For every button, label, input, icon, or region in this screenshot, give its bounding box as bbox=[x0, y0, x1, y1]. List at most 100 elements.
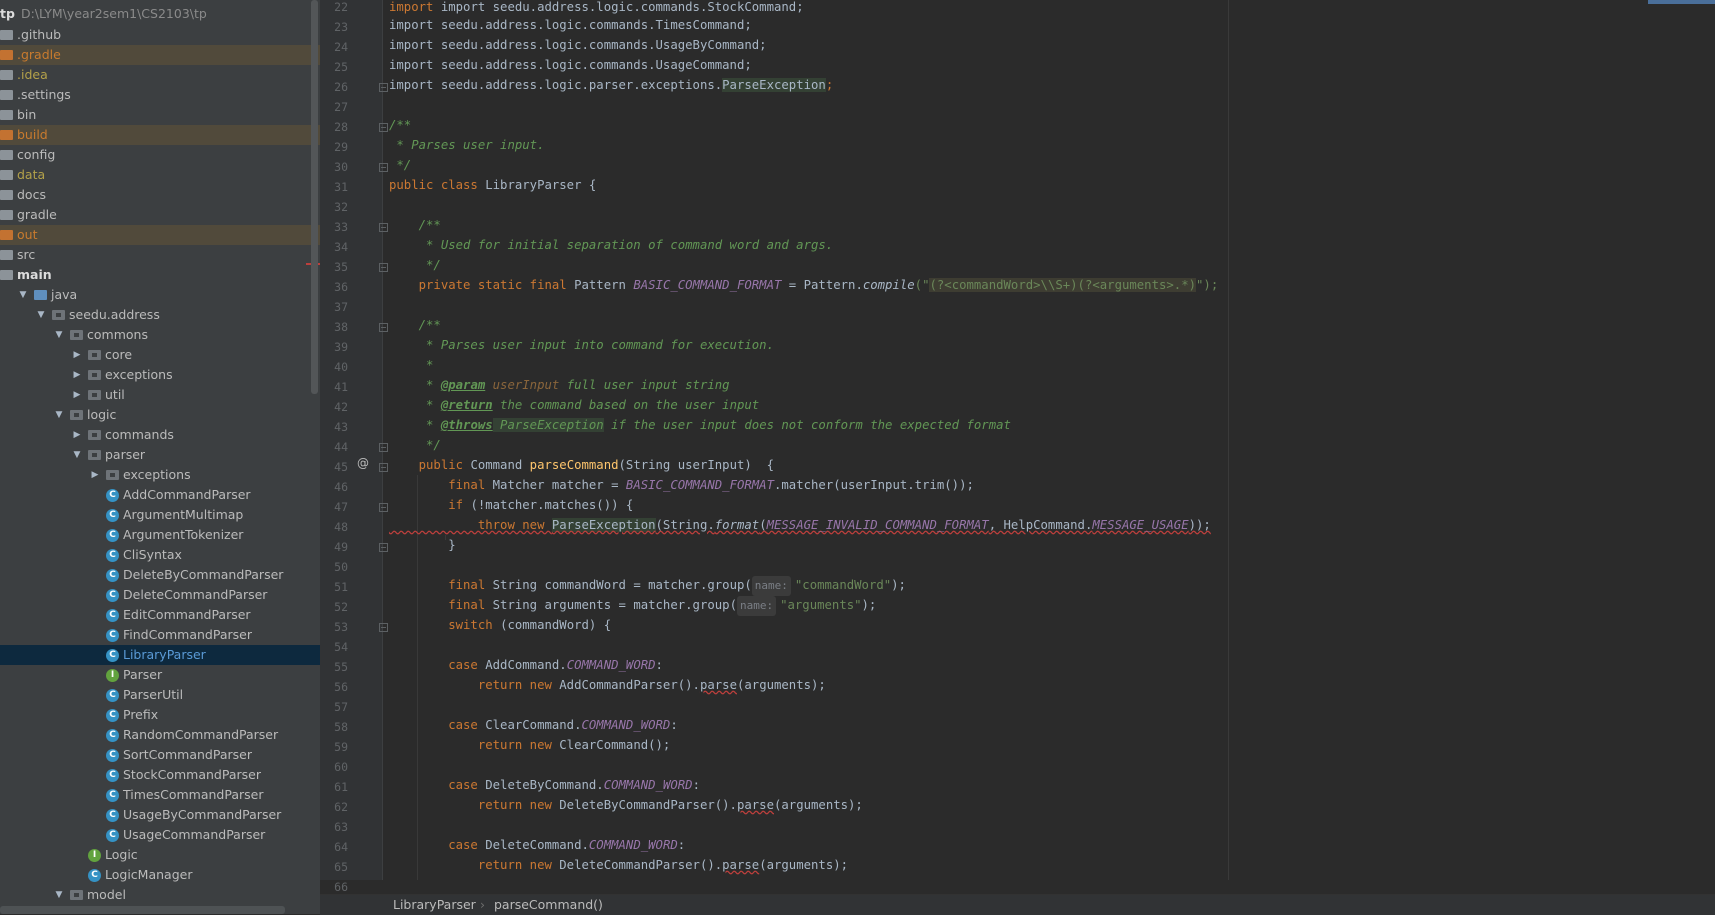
tree-item[interactable]: C TimesCommandParser bbox=[0, 785, 320, 805]
project-tree[interactable]: tp D:\LYM\year2sem1\CS2103\tp .github .gra… bbox=[0, 0, 320, 914]
chevron-down-icon[interactable]: ▼ bbox=[54, 885, 64, 905]
tree-item[interactable]: ▼ model bbox=[0, 885, 320, 905]
tree-item[interactable]: data bbox=[0, 165, 320, 185]
tree-item[interactable]: ▼main bbox=[0, 265, 320, 285]
tree-item[interactable]: ▶ core bbox=[0, 345, 320, 365]
tree-item[interactable]: C AddCommandParser bbox=[0, 485, 320, 505]
tree-item[interactable]: C RandomCommandParser bbox=[0, 725, 320, 745]
tree-item[interactable]: C StockCommandParser bbox=[0, 765, 320, 785]
fold-toggle-icon[interactable] bbox=[379, 263, 388, 272]
tree-item[interactable]: ▼ logic bbox=[0, 405, 320, 425]
tree-item[interactable]: ▼ java bbox=[0, 285, 320, 305]
tree-item[interactable]: C DeleteCommandParser bbox=[0, 585, 320, 605]
tree-item[interactable]: C ParserUtil bbox=[0, 685, 320, 705]
tree-vertical-scrollbar[interactable] bbox=[311, 0, 318, 394]
tree-item[interactable]: C CliSyntax bbox=[0, 545, 320, 565]
tree-item[interactable]: ▶ util bbox=[0, 385, 320, 405]
code-line-65: return new DeleteCommandParser().parse(a… bbox=[389, 858, 849, 872]
tree-item-label: config bbox=[17, 147, 56, 162]
chevron-down-icon[interactable]: ▼ bbox=[72, 445, 82, 465]
chevron-right-icon[interactable]: ▶ bbox=[72, 365, 82, 385]
tree-item[interactable]: ▼ seedu.address bbox=[0, 305, 320, 325]
tree-item[interactable]: .github bbox=[0, 25, 320, 45]
fold-toggle-icon[interactable] bbox=[379, 323, 388, 332]
tree-item[interactable]: .gradle bbox=[0, 45, 320, 65]
tree-item[interactable]: C FindCommandParser bbox=[0, 625, 320, 645]
chevron-right-icon[interactable]: ▶ bbox=[72, 425, 82, 445]
fold-toggle-icon[interactable] bbox=[379, 443, 388, 452]
tree-item[interactable]: ▼ parser bbox=[0, 445, 320, 465]
tree-item[interactable]: I Parser bbox=[0, 665, 320, 685]
chevron-down-icon[interactable]: ▼ bbox=[18, 285, 28, 305]
line-number: 65 bbox=[334, 860, 348, 874]
chevron-down-icon[interactable]: ▼ bbox=[54, 325, 64, 345]
tree-item[interactable]: ▶ exceptions bbox=[0, 465, 320, 485]
tree-item[interactable]: C ArgumentTokenizer bbox=[0, 525, 320, 545]
tree-item[interactable]: C EditCommandParser bbox=[0, 605, 320, 625]
breadcrumb-class[interactable]: LibraryParser bbox=[393, 895, 476, 915]
fold-toggle-icon[interactable] bbox=[379, 623, 388, 632]
override-gutter-icon[interactable]: @ bbox=[357, 456, 369, 470]
tree-item[interactable]: .idea bbox=[0, 65, 320, 85]
tree-item[interactable]: C UsageCommandParser bbox=[0, 825, 320, 845]
fold-toggle-icon[interactable] bbox=[379, 543, 388, 552]
code-line-30: */ bbox=[389, 158, 412, 172]
fold-toggle-icon[interactable] bbox=[379, 163, 388, 172]
class-icon: C bbox=[88, 869, 101, 882]
chevron-down-icon[interactable]: ▼ bbox=[36, 305, 46, 325]
project-root[interactable]: tp D:\LYM\year2sem1\CS2103\tp bbox=[0, 6, 207, 21]
tree-item[interactable]: src bbox=[0, 245, 320, 265]
folder-icon bbox=[0, 110, 13, 120]
line-number: 52 bbox=[334, 600, 348, 614]
fold-toggle-icon[interactable] bbox=[379, 83, 388, 92]
chevron-right-icon[interactable]: ▶ bbox=[72, 385, 82, 405]
tree-item[interactable]: bin bbox=[0, 105, 320, 125]
chevron-right-icon[interactable]: ▶ bbox=[90, 465, 100, 485]
code-line-33: /** bbox=[389, 218, 441, 232]
tree-item[interactable]: gradle bbox=[0, 205, 320, 225]
tree-item[interactable]: ▶ commands bbox=[0, 425, 320, 445]
folder-icon bbox=[0, 210, 13, 220]
tree-item[interactable]: C LogicManager bbox=[0, 865, 320, 885]
tree-item[interactable]: C DeleteByCommandParser bbox=[0, 565, 320, 585]
line-number: 39 bbox=[334, 340, 348, 354]
folder-icon bbox=[0, 30, 13, 40]
fold-toggle-icon[interactable] bbox=[379, 223, 388, 232]
package-icon bbox=[70, 410, 83, 420]
chevron-right-icon[interactable]: ▶ bbox=[72, 345, 82, 365]
tree-item-label: main bbox=[17, 267, 52, 282]
tree-item[interactable]: config bbox=[0, 145, 320, 165]
tree-item[interactable]: ▶ exceptions bbox=[0, 365, 320, 385]
line-number: 47 bbox=[334, 500, 348, 514]
class-icon: C bbox=[106, 809, 119, 822]
fold-toggle-icon[interactable] bbox=[379, 123, 388, 132]
tree-item-label: build bbox=[17, 127, 48, 142]
tree-item[interactable]: .settings bbox=[0, 85, 320, 105]
tree-item[interactable]: C UsageByCommandParser bbox=[0, 805, 320, 825]
tree-horizontal-scrollbar[interactable] bbox=[0, 906, 285, 914]
fold-toggle-icon[interactable] bbox=[379, 463, 388, 472]
chevron-down-icon[interactable]: ▼ bbox=[54, 405, 64, 425]
tree-item[interactable]: C LibraryParser bbox=[0, 645, 320, 665]
tree-item-label: ParserUtil bbox=[123, 687, 184, 702]
tree-item[interactable]: out bbox=[0, 225, 320, 245]
fold-toggle-icon[interactable] bbox=[379, 503, 388, 512]
tree-item[interactable]: ▼ commons bbox=[0, 325, 320, 345]
code-line-26: import seedu.address.logic.parser.except… bbox=[389, 78, 834, 92]
tree-item[interactable]: C ArgumentMultimap bbox=[0, 505, 320, 525]
code-line-55: case AddCommand.COMMAND_WORD: bbox=[389, 658, 663, 672]
breadcrumb-method[interactable]: parseCommand() bbox=[494, 895, 603, 915]
tree-item-label: .gradle bbox=[17, 47, 61, 62]
line-number: 25 bbox=[334, 60, 348, 74]
tree-item[interactable]: docs bbox=[0, 185, 320, 205]
tree-item-label: SortCommandParser bbox=[123, 747, 252, 762]
project-name: tp bbox=[0, 6, 15, 21]
code-line-42: * @return the command based on the user … bbox=[389, 398, 760, 412]
tree-item[interactable]: C Prefix bbox=[0, 705, 320, 725]
tree-item[interactable]: I Logic bbox=[0, 845, 320, 865]
code-line-40: * bbox=[389, 358, 434, 372]
code-line-31: public class LibraryParser { bbox=[389, 178, 597, 192]
tree-item[interactable]: C SortCommandParser bbox=[0, 745, 320, 765]
tree-item[interactable]: build bbox=[0, 125, 320, 145]
editor-scroll-thumb[interactable] bbox=[1648, 0, 1715, 4]
